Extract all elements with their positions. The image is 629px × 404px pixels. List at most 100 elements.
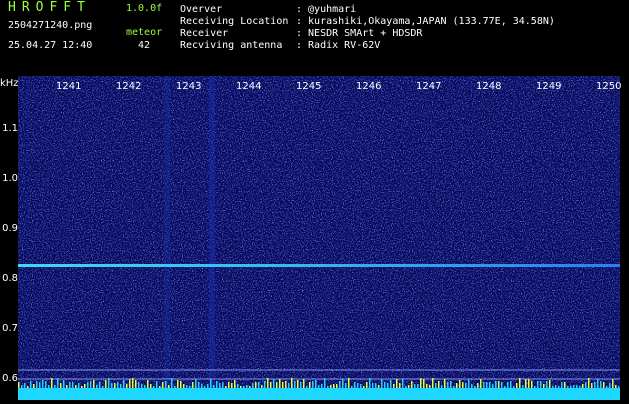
baseline-spike — [579, 386, 581, 388]
baseline-spike — [153, 386, 155, 388]
baseline-spike — [354, 382, 356, 388]
datetime-label: 25.04.27 12:40 — [8, 40, 93, 51]
baseline-spike — [213, 385, 215, 388]
baseline-spike — [189, 386, 191, 388]
y-tick-0-6: 0.6 — [2, 373, 18, 384]
antenna-value: : Radix RV-62V — [296, 40, 381, 51]
baseline-spike — [54, 385, 56, 388]
baseline-spike — [228, 382, 230, 388]
baseline-spike — [345, 383, 347, 388]
baseline-spike — [231, 383, 233, 388]
x-tick-1250: 1250 — [596, 81, 622, 92]
spectrogram-svg — [18, 76, 620, 400]
baseline-spike — [84, 384, 86, 388]
baseline-spike — [522, 385, 524, 388]
app-logo: HROFFT — [8, 0, 91, 15]
baseline-spike — [63, 380, 65, 388]
baseline-spike — [462, 382, 464, 388]
baseline-spike — [552, 386, 554, 388]
receiver-value: : NESDR SMArt + HDSDR — [296, 28, 423, 39]
baseline-spike — [378, 385, 380, 388]
baseline-spike — [456, 383, 458, 388]
baseline-spike — [609, 383, 611, 388]
baseline-spike — [177, 380, 179, 388]
baseline-spike — [366, 382, 368, 388]
baseline-spike — [57, 378, 59, 388]
baseline-spike — [585, 382, 587, 388]
baseline-spike — [117, 382, 119, 388]
baseline-spike — [438, 381, 440, 388]
count-label: 42 — [138, 40, 151, 51]
baseline-spike — [357, 383, 359, 388]
baseline-spike — [225, 386, 227, 388]
baseline-spike — [27, 386, 29, 388]
baseline-spike — [447, 382, 449, 388]
baseline-spike — [174, 386, 176, 388]
baseline-spike — [351, 386, 353, 388]
baseline-spike — [537, 381, 539, 388]
baseline-spike — [558, 386, 560, 388]
y-tick-0-9: 0.9 — [2, 223, 18, 234]
baseline-spike — [432, 378, 434, 388]
baseline-spike — [588, 378, 590, 388]
observer-value: : @yuhmari — [296, 4, 357, 15]
baseline-spike — [618, 386, 620, 388]
baseline-spike — [615, 385, 617, 388]
baseline-spike — [597, 379, 599, 388]
baseline-spike — [93, 380, 95, 388]
header-panel: HROFFT 1.0.0f 2504271240.png meteor 25.0… — [0, 0, 629, 76]
baseline-spike — [519, 378, 521, 388]
baseline-spike — [258, 382, 260, 388]
baseline-spike — [318, 385, 320, 388]
baseline-spike — [453, 386, 455, 388]
baseline-spike — [39, 382, 41, 388]
baseline-spike — [87, 382, 89, 388]
baseline-spike — [237, 384, 239, 388]
mode-label: meteor — [126, 27, 163, 38]
baseline-spike — [381, 379, 383, 388]
x-tick-1249: 1249 — [536, 81, 562, 92]
baseline-spike — [372, 383, 374, 388]
baseline-spike — [330, 385, 332, 388]
baseline-spike — [75, 385, 77, 388]
baseline-spike — [606, 386, 608, 388]
baseline-spike — [525, 379, 527, 388]
baseline-spike — [534, 386, 536, 388]
baseline-spike — [306, 386, 308, 388]
location-label: Receiving Location — [180, 16, 289, 27]
baseline-spike — [426, 384, 428, 388]
baseline-spike — [36, 381, 38, 388]
baseline-spike — [120, 384, 122, 388]
baseline-spike — [48, 385, 50, 388]
baseline-spike — [303, 379, 305, 388]
baseline-spike — [336, 384, 338, 388]
baseline-spike — [444, 379, 446, 388]
baseline-spike — [603, 382, 605, 388]
baseline-spike — [249, 386, 251, 388]
baseline-spike — [156, 381, 158, 388]
x-tick-1241: 1241 — [56, 81, 82, 92]
baseline-spike — [516, 383, 518, 388]
baseline-spike — [111, 383, 113, 388]
baseline-spike — [144, 385, 146, 388]
x-tick-1247: 1247 — [416, 81, 442, 92]
baseline-spike — [96, 385, 98, 388]
baseline-spike — [363, 386, 365, 388]
baseline-spike — [441, 385, 443, 388]
baseline-spike — [216, 381, 218, 388]
baseline-spike — [573, 385, 575, 388]
baseline-spike — [255, 382, 257, 388]
baseline-spike — [183, 384, 185, 388]
baseline-spike — [459, 380, 461, 388]
baseline-spike — [30, 381, 32, 388]
baseline-spike — [567, 386, 569, 388]
baseline-spike — [18, 382, 20, 388]
baseline-spike — [591, 383, 593, 388]
baseline-spike — [51, 378, 53, 388]
x-tick-1244: 1244 — [236, 81, 262, 92]
baseline-spike — [321, 384, 323, 388]
baseline-spike — [369, 378, 371, 388]
baseline-spike — [504, 386, 506, 388]
baseline-spike — [513, 386, 515, 388]
baseline-spike — [423, 379, 425, 388]
